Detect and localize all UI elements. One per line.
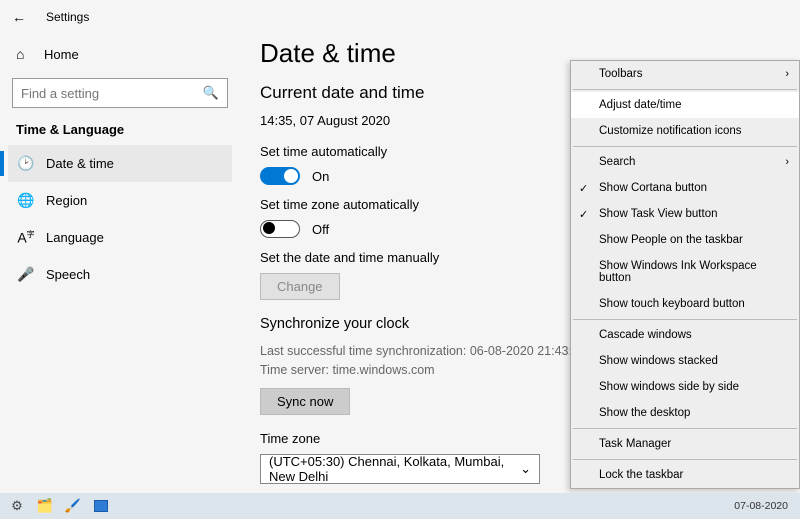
settings-icon[interactable]: ⚙ xyxy=(6,496,28,516)
context-menu-item-label: Show Task View button xyxy=(599,208,717,220)
context-menu-item[interactable]: Lock the taskbar xyxy=(571,462,799,488)
set-tz-auto-toggle[interactable] xyxy=(260,220,300,238)
home-label: Home xyxy=(44,47,79,62)
context-menu-item[interactable]: Adjust date/time xyxy=(571,92,799,118)
sidebar-item-label: Region xyxy=(46,193,87,208)
taskbar-app-icon[interactable]: 🖌️ xyxy=(62,496,84,516)
context-menu-item[interactable]: Show windows side by side xyxy=(571,374,799,400)
microphone-icon: 🎤 xyxy=(16,266,36,283)
globe-icon: 🌐 xyxy=(16,192,36,209)
context-menu-separator xyxy=(573,428,797,429)
search-box[interactable]: 🔍 xyxy=(12,78,228,108)
sidebar: ⌂ Home 🔍 Time & Language 🕑 Date & time 🌐… xyxy=(0,34,240,493)
search-input[interactable] xyxy=(21,86,203,101)
sidebar-item-speech[interactable]: 🎤 Speech xyxy=(8,256,232,293)
context-menu-item[interactable]: ✓ Show Cortana button xyxy=(571,175,799,201)
chevron-right-icon: › xyxy=(785,68,789,80)
home-button[interactable]: ⌂ Home xyxy=(8,40,232,68)
context-menu-item-label: Task Manager xyxy=(599,438,671,450)
context-menu-item-label: Customize notification icons xyxy=(599,125,742,137)
context-menu-item[interactable]: Toolbars › xyxy=(571,61,799,87)
context-menu-item-label: Show windows side by side xyxy=(599,381,739,393)
context-menu-item[interactable]: Cascade windows xyxy=(571,322,799,348)
context-menu-item-label: Lock the taskbar xyxy=(599,469,683,481)
sidebar-item-language[interactable]: A字 Language xyxy=(8,219,232,256)
sidebar-item-region[interactable]: 🌐 Region xyxy=(8,182,232,219)
sidebar-item-label: Language xyxy=(46,230,104,245)
context-menu-item-label: Show the desktop xyxy=(599,407,690,419)
clock-icon: 🕑 xyxy=(16,155,36,172)
set-tz-auto-state: Off xyxy=(312,222,329,237)
context-menu-item-label: Show Windows Ink Workspace button xyxy=(599,260,789,284)
taskbar: ⚙ 🗂️ 🖌️ 07-08-2020 xyxy=(0,493,800,519)
context-menu-item-label: Toolbars xyxy=(599,68,642,80)
window-title: Settings xyxy=(46,10,89,24)
context-menu-item[interactable]: Search › xyxy=(571,149,799,175)
taskbar-app-icon[interactable] xyxy=(90,496,112,516)
sidebar-section-title: Time & Language xyxy=(8,122,232,145)
context-menu-separator xyxy=(573,319,797,320)
search-icon: 🔍 xyxy=(203,85,219,101)
check-icon: ✓ xyxy=(579,208,588,221)
context-menu-item[interactable]: Show People on the taskbar xyxy=(571,227,799,253)
tz-select[interactable]: (UTC+05:30) Chennai, Kolkata, Mumbai, Ne… xyxy=(260,454,540,484)
context-menu-item[interactable]: Show windows stacked xyxy=(571,348,799,374)
sidebar-item-label: Speech xyxy=(46,267,90,282)
context-menu-item-label: Cascade windows xyxy=(599,329,692,341)
tz-value: (UTC+05:30) Chennai, Kolkata, Mumbai, Ne… xyxy=(269,454,520,484)
set-time-auto-state: On xyxy=(312,169,329,184)
context-menu-separator xyxy=(573,459,797,460)
context-menu-item[interactable]: Show touch keyboard button xyxy=(571,291,799,317)
chevron-down-icon: ⌄ xyxy=(520,461,531,477)
change-button: Change xyxy=(260,273,340,300)
taskbar-context-menu: Toolbars › Adjust date/time Customize notif… xyxy=(570,60,800,489)
check-icon: ✓ xyxy=(579,182,588,195)
context-menu-item-label: Search xyxy=(599,156,635,168)
taskbar-app-icon[interactable]: 🗂️ xyxy=(34,496,56,516)
context-menu-separator xyxy=(573,89,797,90)
context-menu-item[interactable]: Show Windows Ink Workspace button xyxy=(571,253,799,291)
context-menu-item-label: Show touch keyboard button xyxy=(599,298,745,310)
context-menu-item-label: Show People on the taskbar xyxy=(599,234,743,246)
context-menu-item-label: Adjust date/time xyxy=(599,99,681,111)
context-menu-item-label: Show windows stacked xyxy=(599,355,718,367)
context-menu-item[interactable]: Show the desktop xyxy=(571,400,799,426)
context-menu-item[interactable]: Customize notification icons xyxy=(571,118,799,144)
taskbar-date: 07-08-2020 xyxy=(734,500,794,512)
back-icon[interactable]: ← xyxy=(12,9,32,25)
context-menu-item[interactable]: Task Manager xyxy=(571,431,799,457)
context-menu-item-label: Show Cortana button xyxy=(599,182,707,194)
sidebar-item-date-time[interactable]: 🕑 Date & time xyxy=(8,145,232,182)
sync-now-button[interactable]: Sync now xyxy=(260,388,350,415)
window-header: ← Settings xyxy=(0,0,800,34)
language-icon: A字 xyxy=(16,229,36,246)
context-menu-item[interactable]: ✓ Show Task View button xyxy=(571,201,799,227)
context-menu-item[interactable]: ⚙Taskbar settings xyxy=(571,488,799,489)
home-icon: ⌂ xyxy=(16,46,36,62)
context-menu-separator xyxy=(573,146,797,147)
set-time-auto-toggle[interactable] xyxy=(260,167,300,185)
sidebar-item-label: Date & time xyxy=(46,156,114,171)
chevron-right-icon: › xyxy=(785,156,789,168)
